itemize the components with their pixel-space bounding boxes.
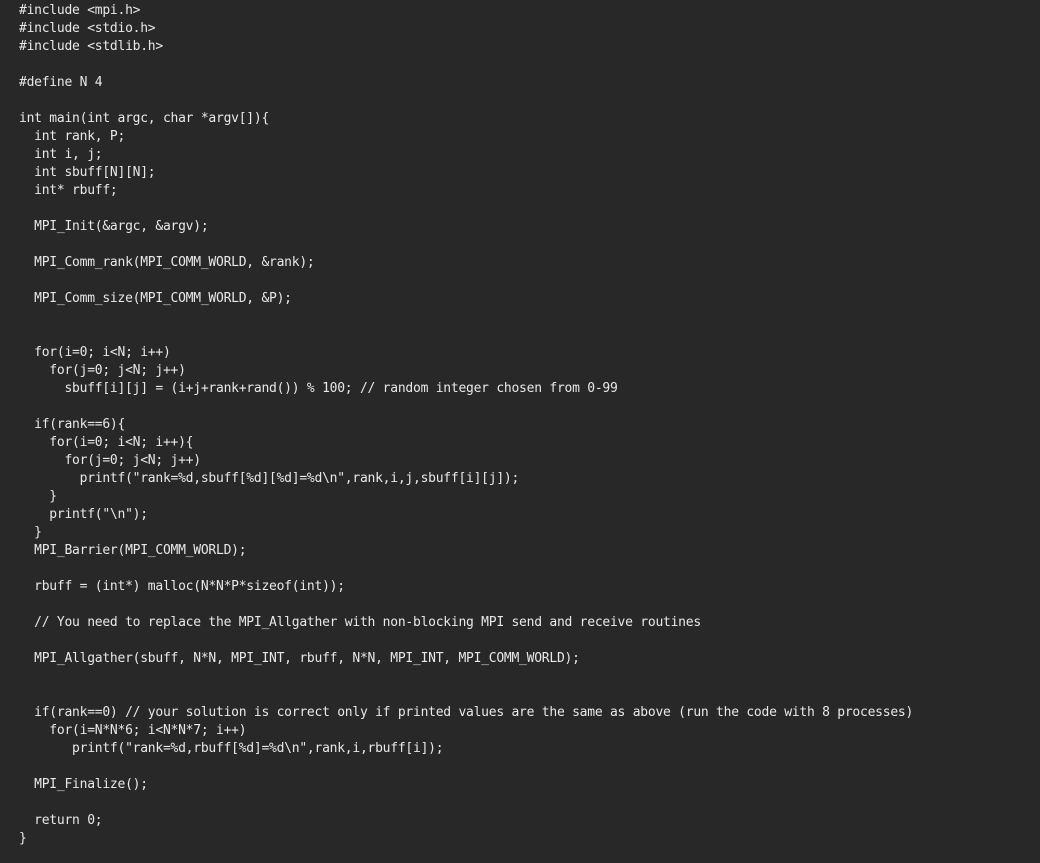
code-line[interactable]: [19, 596, 1040, 614]
code-line[interactable]: for(j=0; j<N; j++): [19, 452, 1040, 470]
code-line[interactable]: printf("rank=%d,sbuff[%d][%d]=%d\n",rank…: [19, 470, 1040, 488]
code-line[interactable]: int* rbuff;: [19, 182, 1040, 200]
code-line[interactable]: MPI_Barrier(MPI_COMM_WORLD);: [19, 542, 1040, 560]
code-line[interactable]: sbuff[i][j] = (i+j+rank+rand()) % 100; /…: [19, 380, 1040, 398]
code-line[interactable]: printf("\n");: [19, 506, 1040, 524]
code-line[interactable]: [19, 398, 1040, 416]
code-line[interactable]: [19, 686, 1040, 704]
code-line[interactable]: [19, 758, 1040, 776]
code-line[interactable]: [19, 326, 1040, 344]
code-line[interactable]: // You need to replace the MPI_Allgather…: [19, 614, 1040, 632]
code-line[interactable]: [19, 560, 1040, 578]
code-editor[interactable]: #include <mpi.h> #include <stdio.h> #inclu…: [0, 0, 1040, 863]
code-line[interactable]: [19, 794, 1040, 812]
code-line[interactable]: for(i=0; i<N; i++): [19, 344, 1040, 362]
code-line[interactable]: MPI_Comm_rank(MPI_COMM_WORLD, &rank);: [19, 254, 1040, 272]
code-line[interactable]: int sbuff[N][N];: [19, 164, 1040, 182]
code-line[interactable]: #include <stdlib.h>: [19, 38, 1040, 56]
code-line[interactable]: #define N 4: [19, 74, 1040, 92]
code-line[interactable]: }: [19, 830, 1040, 848]
code-line[interactable]: }: [19, 488, 1040, 506]
code-line[interactable]: for(i=N*N*6; i<N*N*7; i++): [19, 722, 1040, 740]
code-line[interactable]: [19, 632, 1040, 650]
code-line[interactable]: [19, 200, 1040, 218]
code-line[interactable]: rbuff = (int*) malloc(N*N*P*sizeof(int))…: [19, 578, 1040, 596]
code-line[interactable]: MPI_Finalize();: [19, 776, 1040, 794]
code-line[interactable]: [19, 236, 1040, 254]
code-line[interactable]: return 0;: [19, 812, 1040, 830]
code-line[interactable]: int rank, P;: [19, 128, 1040, 146]
code-line[interactable]: [19, 668, 1040, 686]
code-line[interactable]: #include <stdio.h>: [19, 20, 1040, 38]
code-line[interactable]: if(rank==6){: [19, 416, 1040, 434]
code-line[interactable]: printf("rank=%d,rbuff[%d]=%d\n",rank,i,r…: [19, 740, 1040, 758]
code-line[interactable]: MPI_Init(&argc, &argv);: [19, 218, 1040, 236]
code-line[interactable]: int main(int argc, char *argv[]){: [19, 110, 1040, 128]
code-line[interactable]: [19, 272, 1040, 290]
code-line[interactable]: [19, 308, 1040, 326]
code-line[interactable]: [19, 56, 1040, 74]
code-line[interactable]: int i, j;: [19, 146, 1040, 164]
code-line[interactable]: [19, 92, 1040, 110]
code-line[interactable]: if(rank==0) // your solution is correct …: [19, 704, 1040, 722]
code-line[interactable]: for(j=0; j<N; j++): [19, 362, 1040, 380]
code-line[interactable]: for(i=0; i<N; i++){: [19, 434, 1040, 452]
code-line[interactable]: MPI_Allgather(sbuff, N*N, MPI_INT, rbuff…: [19, 650, 1040, 668]
code-line[interactable]: MPI_Comm_size(MPI_COMM_WORLD, &P);: [19, 290, 1040, 308]
code-line[interactable]: #include <mpi.h>: [19, 2, 1040, 20]
code-line[interactable]: }: [19, 524, 1040, 542]
